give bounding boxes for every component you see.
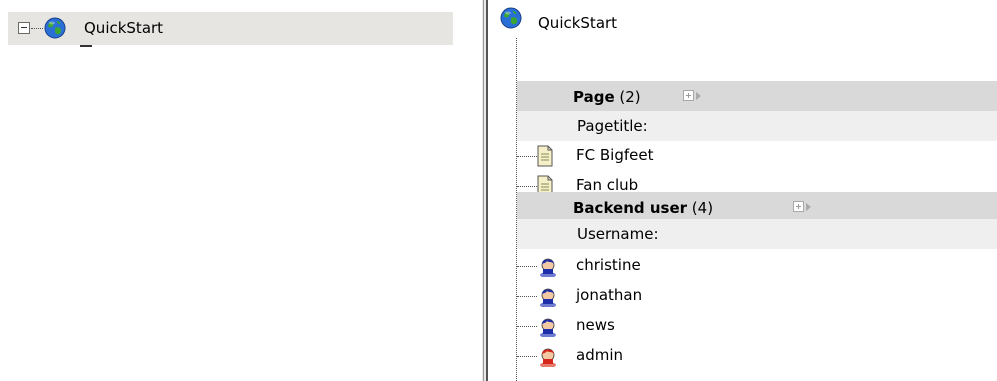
column-label: Pagetitle: [577,117,648,135]
user-icon[interactable] [537,255,559,281]
collapse-minus-icon[interactable] [18,22,30,34]
column-label-row: Pagetitle: [517,111,997,141]
globe-icon[interactable] [44,17,66,43]
list-item[interactable]: news [517,311,997,341]
tree-connector-line [517,296,537,297]
record-list-pane: QuickStart Page (2) Pagetitle: FC Bigfee… [488,0,997,381]
globe-icon[interactable] [500,7,522,33]
tree-connector-line [517,156,537,157]
admin-user-icon[interactable] [537,345,559,371]
column-label-row: Username: [517,219,997,249]
tree-connector-line [31,28,43,29]
list-item-label[interactable]: jonathan [576,286,642,304]
section-title-page[interactable]: Page (2) [573,88,641,106]
tree-connector-line [517,326,537,327]
record-list-root: QuickStart [488,0,997,48]
section-title[interactable]: Page [573,88,615,106]
page-document-icon[interactable] [537,145,553,171]
list-item[interactable]: jonathan [517,281,997,311]
user-icon[interactable] [537,285,559,311]
list-item[interactable]: admin [517,341,997,371]
expand-plus-icon[interactable] [683,90,694,101]
section-count: (2) [619,88,641,106]
page-tree-pane: QuickStart [0,0,482,381]
record-list-title: QuickStart [538,14,618,32]
tree-connector-line [517,356,537,357]
tree-root-row[interactable]: QuickStart [8,12,453,45]
arrow-right-icon[interactable] [696,92,701,100]
tree-root-label[interactable]: QuickStart [84,19,163,37]
arrow-right-icon[interactable] [806,203,811,211]
column-label: Username: [577,225,659,243]
tree-connector-line [517,266,537,267]
tree-connector-line [517,186,537,187]
list-item[interactable]: christine [517,251,997,281]
section-title-backend-user[interactable]: Backend user (4) [573,199,713,217]
list-item-label[interactable]: news [576,316,615,334]
section-title[interactable]: Backend user [573,199,687,217]
user-icon[interactable] [537,315,559,341]
section-header-page: Page (2) [517,81,997,113]
list-item-label[interactable]: FC Bigfeet [576,146,653,164]
list-item-label[interactable]: christine [576,256,641,274]
list-item[interactable]: FC Bigfeet [517,141,997,171]
expand-plus-icon[interactable] [793,201,804,212]
section-count: (4) [691,199,714,217]
focus-underline [80,45,92,47]
list-item-label[interactable]: admin [576,346,623,364]
